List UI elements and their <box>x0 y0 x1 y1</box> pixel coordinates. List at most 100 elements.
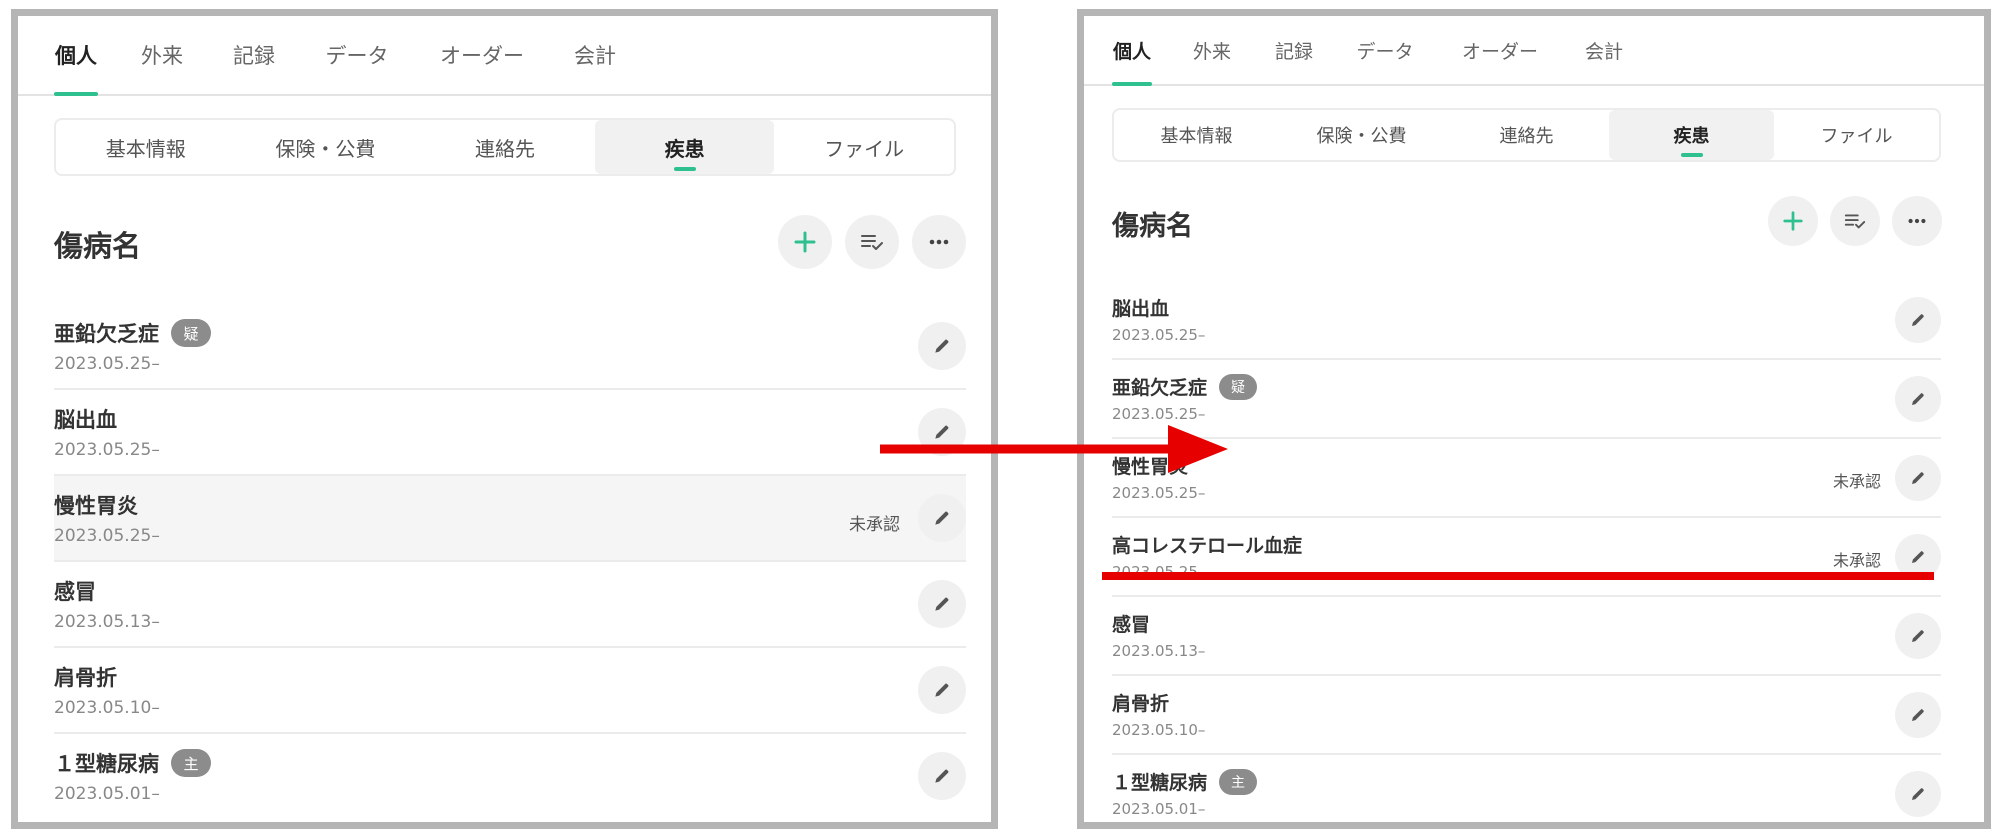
tab-data[interactable]: データ <box>1355 16 1415 84</box>
disease-name: 慢性胃炎 <box>1112 452 1188 479</box>
disease-date: 2023.05.10– <box>54 698 160 718</box>
disease-name: 脳出血 <box>1112 294 1169 321</box>
table-row[interactable]: 高コレステロール血症 2023.05.25– 未承認 <box>1112 518 1941 597</box>
table-row[interactable]: 慢性胃炎 2023.05.25– 未承認 <box>1112 439 1941 518</box>
add-disease-button[interactable] <box>778 215 832 269</box>
before-panel-content: 個人 外来 記録 データ オーダー 会計 基本情報 保険・公費 連絡先 疾患 フ… <box>18 16 991 822</box>
disease-badge: 疑 <box>1219 373 1258 400</box>
tab-outpatient[interactable]: 外来 <box>1192 16 1232 84</box>
before-panel: 個人 外来 記録 データ オーダー 会計 基本情報 保険・公費 連絡先 疾患 フ… <box>11 9 998 829</box>
more-button[interactable] <box>1892 196 1942 246</box>
disease-badge: 主 <box>171 749 211 777</box>
subtab-active-indicator <box>1680 153 1703 157</box>
table-row[interactable]: 慢性胃炎 2023.05.25– 未承認 <box>54 476 966 562</box>
edit-button[interactable] <box>918 666 966 714</box>
table-row[interactable]: 肩骨折 2023.05.10– <box>54 648 966 734</box>
pencil-icon <box>935 597 949 611</box>
edit-button[interactable] <box>1895 534 1941 580</box>
sort-button[interactable] <box>1830 196 1880 246</box>
tab-personal[interactable]: 個人 <box>1112 16 1152 86</box>
tab-records[interactable]: 記録 <box>1274 16 1314 84</box>
table-row[interactable]: 肩骨折 2023.05.10– <box>1112 676 1941 755</box>
pencil-icon <box>1912 788 1924 800</box>
sub-tabs: 基本情報 保険・公費 連絡先 疾患 ファイル <box>54 118 956 176</box>
disease-name-text: 亜鉛欠乏症 <box>1112 377 1208 399</box>
tab-order[interactable]: オーダー <box>438 16 526 94</box>
disease-name-text: 脳出血 <box>1112 298 1170 320</box>
edit-button[interactable] <box>1895 692 1941 738</box>
tab-order[interactable]: オーダー <box>1460 16 1540 84</box>
disease-date: 2023.05.01– <box>1112 800 1206 818</box>
subtab-file[interactable]: ファイル <box>774 120 954 174</box>
pencil-icon <box>1912 314 1924 326</box>
subtab-disease[interactable]: 疾患 <box>1609 110 1774 160</box>
plus-icon <box>794 231 816 253</box>
disease-date: 2023.05.25– <box>1112 484 1206 502</box>
disease-name-text: １型糖尿病 <box>1112 772 1208 794</box>
table-row[interactable]: 脳出血 2023.05.25– <box>1112 281 1941 360</box>
disease-name-text: 肩骨折 <box>1112 693 1170 715</box>
tab-records[interactable]: 記録 <box>232 16 276 94</box>
pencil-icon <box>1912 472 1924 484</box>
disease-name-text: 脳出血 <box>54 408 117 432</box>
disease-name-text: 亜鉛欠乏症 <box>54 322 159 346</box>
sort-button[interactable] <box>845 215 899 269</box>
table-row[interactable]: 感冒 2023.05.13– <box>1112 597 1941 676</box>
edit-button[interactable] <box>1895 455 1941 501</box>
after-panel: 個人 外来 記録 データ オーダー 会計 基本情報 保険・公費 連絡先 疾患 フ… <box>1077 9 1991 829</box>
edit-button[interactable] <box>1895 771 1941 817</box>
table-row[interactable]: 亜鉛欠乏症疑 2023.05.25– <box>1112 360 1941 439</box>
table-row[interactable]: 亜鉛欠乏症疑 2023.05.25– <box>54 304 966 390</box>
pencil-icon <box>935 339 949 353</box>
after-panel-content: 個人 外来 記録 データ オーダー 会計 基本情報 保険・公費 連絡先 疾患 フ… <box>1084 16 1984 822</box>
disease-name: １型糖尿病主 <box>54 748 211 778</box>
tab-data[interactable]: データ <box>324 16 390 94</box>
edit-button[interactable] <box>1895 613 1941 659</box>
tab-personal[interactable]: 個人 <box>54 16 98 96</box>
disease-date: 2023.05.25– <box>1112 405 1206 423</box>
pencil-icon <box>935 683 949 697</box>
section-title: 傷病名 <box>54 229 142 263</box>
disease-name: １型糖尿病主 <box>1112 768 1258 795</box>
pencil-icon <box>1912 551 1924 563</box>
pencil-icon <box>1912 630 1924 642</box>
subtab-basic-info[interactable]: 基本情報 <box>56 120 236 174</box>
subtab-contact[interactable]: 連絡先 <box>1444 110 1609 160</box>
edit-button[interactable] <box>1895 376 1941 422</box>
edit-button[interactable] <box>918 752 966 800</box>
disease-date: 2023.05.25– <box>1112 326 1206 344</box>
subtab-contact[interactable]: 連絡先 <box>415 120 595 174</box>
add-disease-button[interactable] <box>1768 196 1818 246</box>
disease-name-text: １型糖尿病 <box>54 752 159 776</box>
table-row[interactable]: １型糖尿病主 2023.05.01– <box>1112 755 1941 822</box>
subtab-file[interactable]: ファイル <box>1774 110 1939 160</box>
pencil-icon <box>935 769 949 783</box>
more-horizontal-icon <box>929 239 949 245</box>
tab-outpatient[interactable]: 外来 <box>140 16 184 94</box>
disease-name: 高コレステロール血症 <box>1112 531 1302 558</box>
edit-button[interactable] <box>918 580 966 628</box>
table-row[interactable]: 脳出血 2023.05.25– <box>54 390 966 476</box>
pencil-icon <box>1912 393 1924 405</box>
edit-button[interactable] <box>1895 297 1941 343</box>
sub-tabs: 基本情報 保険・公費 連絡先 疾患 ファイル <box>1112 108 1941 162</box>
pencil-icon <box>935 511 949 525</box>
table-row[interactable]: 感冒 2023.05.13– <box>54 562 966 648</box>
tab-billing[interactable]: 会計 <box>1584 16 1624 84</box>
disease-date: 2023.05.25– <box>54 526 160 546</box>
edit-button[interactable] <box>918 408 966 456</box>
plus-icon <box>1783 211 1803 231</box>
subtab-disease[interactable]: 疾患 <box>594 120 775 174</box>
subtab-insurance[interactable]: 保険・公費 <box>1279 110 1444 160</box>
subtab-insurance[interactable]: 保険・公費 <box>236 120 416 174</box>
tab-billing[interactable]: 会計 <box>573 16 617 94</box>
subtab-basic-info[interactable]: 基本情報 <box>1114 110 1279 160</box>
table-row[interactable]: １型糖尿病主 2023.05.01– <box>54 734 966 820</box>
disease-name-text: 高コレステロール血症 <box>1112 535 1303 557</box>
edit-button[interactable] <box>918 322 966 370</box>
edit-button[interactable] <box>918 494 966 542</box>
sort-check-icon <box>861 235 883 250</box>
pencil-icon <box>935 425 949 439</box>
more-button[interactable] <box>912 215 966 269</box>
status-badge: 未承認 <box>1832 551 1881 570</box>
